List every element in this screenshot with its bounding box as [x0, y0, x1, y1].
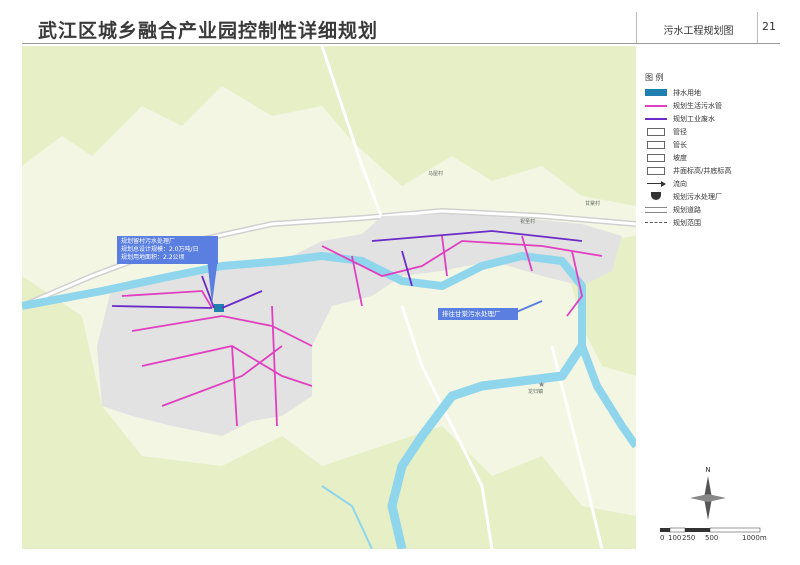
- map-sheet: 武江区城乡融合产业园控制性详细规划 污水工程规划图 21 ★ 规划留村污水处理厂…: [0, 0, 800, 565]
- legend-label: 规划污水处理厂: [673, 192, 722, 201]
- page-number: 21: [762, 20, 776, 33]
- planning-boundary-symbol-icon: [645, 218, 669, 227]
- legend-item: 规划生活污水管: [645, 99, 775, 112]
- town-label: 龙归镇: [528, 389, 544, 395]
- industrial-wastewater-line-icon: [645, 114, 669, 123]
- legend-label: 规划工业废水: [673, 114, 715, 123]
- legend-item: 规划工业废水: [645, 112, 775, 125]
- plant-callout-capacity: 规划总设计规模：2.0万吨/日: [121, 246, 199, 253]
- legend-label: 井面标高/井底标高: [673, 166, 732, 175]
- legend-item: 管长: [645, 138, 775, 151]
- flow-arrow-symbol-icon: [645, 179, 669, 188]
- legend-label: 规划范围: [673, 218, 701, 227]
- legend-label: 坡度: [673, 153, 687, 162]
- village-label: 祝圣村: [520, 219, 536, 225]
- header-rule: [22, 43, 780, 44]
- legend-label: 规划生活污水管: [673, 101, 722, 110]
- domestic-sewer-line-icon: [645, 101, 669, 110]
- legend-label: 规划道路: [673, 205, 701, 214]
- export-callout: 排往甘棠污水处理厂: [438, 308, 518, 320]
- map-subtitle: 污水工程规划图: [663, 26, 734, 37]
- scale-label: 250: [682, 534, 696, 542]
- legend-label: 管长: [673, 140, 687, 149]
- plant-callout-area: 规划用地面积：2.2公顷: [121, 254, 185, 261]
- scale-label: 1000m: [742, 534, 767, 542]
- sewer-plan-map: ★: [22, 46, 636, 549]
- manhole-elevation-symbol-icon: [645, 166, 669, 175]
- legend-title: 图 例: [645, 73, 664, 82]
- pipe-length-symbol-icon: [645, 140, 669, 149]
- plant-callout-name: 规划留村污水处理厂: [121, 238, 176, 245]
- planned-road-symbol-icon: [645, 205, 669, 214]
- header-divider: [636, 12, 637, 44]
- pipe-diameter-symbol-icon: [645, 127, 669, 136]
- plant-callout: 规划留村污水处理厂 规划总设计规模：2.0万吨/日 规划用地面积：2.2公顷: [117, 236, 218, 264]
- north-label: N: [705, 466, 711, 474]
- legend-label: 管径: [673, 127, 687, 136]
- legend-item: 规划范围: [645, 216, 775, 229]
- legend-item: 管径: [645, 125, 775, 138]
- wwtp-symbol-icon: [645, 192, 669, 201]
- legend-item: 坡度: [645, 151, 775, 164]
- scale-label: 0: [660, 534, 665, 542]
- drainage-land-swatch-icon: [645, 88, 669, 97]
- legend-item: 排水用地: [645, 86, 775, 99]
- legend-item: 流向: [645, 177, 775, 190]
- legend-item: 规划污水处理厂: [645, 190, 775, 203]
- village-label: 马屋村: [428, 171, 444, 177]
- legend-item: 规划道路: [645, 203, 775, 216]
- village-label: 甘棠村: [585, 201, 601, 207]
- north-arrow-icon: [690, 476, 726, 520]
- map-title: 武江区城乡融合产业园控制性详细规划: [38, 20, 379, 42]
- legend-item: 井面标高/井底标高: [645, 164, 775, 177]
- scale-label: 500: [705, 534, 719, 542]
- slope-symbol-icon: [645, 153, 669, 162]
- legend-label: 流向: [673, 179, 687, 188]
- legend: 图 例 排水用地 规划生活污水管 规划工业废水 管径 管长 坡度 井面标高/井底…: [645, 72, 775, 229]
- scale-label: 100: [668, 534, 682, 542]
- legend-label: 排水用地: [673, 88, 701, 97]
- scale-bar-icon: [660, 527, 761, 533]
